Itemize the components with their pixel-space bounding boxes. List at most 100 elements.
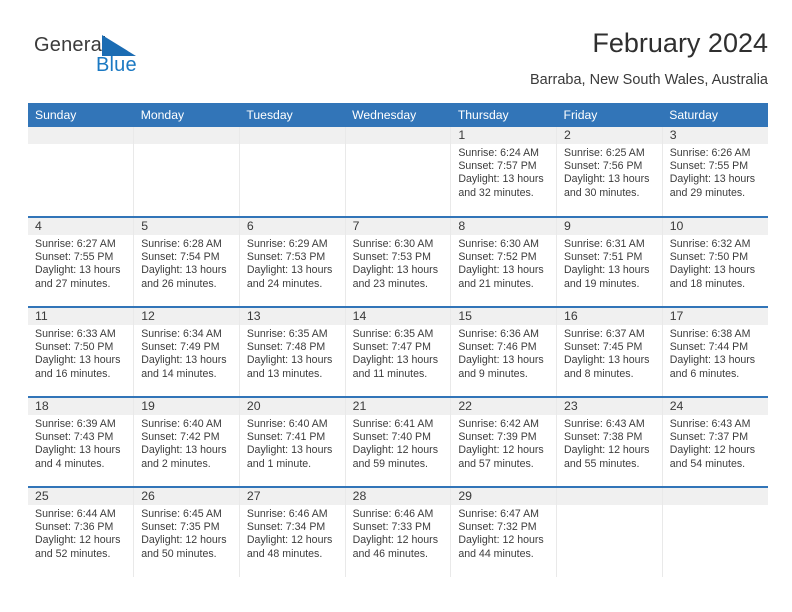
day-number: 4: [28, 218, 134, 235]
info-line-sunrise: Sunrise: 6:42 AM: [458, 418, 539, 430]
info-line-daylight2: and 11 minutes.: [352, 367, 428, 380]
calendar-day-cell[interactable]: 10 Sunrise: 6:32 AM Sunset: 7:50 PM Dayligh…: [661, 216, 768, 307]
calendar-day-cell[interactable]: 18 Sunrise: 6:39 AM Sunset: 7:43 PM Dayligh…: [28, 396, 134, 487]
info-line-daylight2: and 23 minutes.: [352, 277, 428, 290]
info-line-daylight2: and 21 minutes.: [458, 277, 534, 290]
sun-times-info: Sunrise: 6:27 AM Sunset: 7:55 PM Daylight:…: [28, 235, 133, 291]
sun-times-info: Sunrise: 6:47 AM Sunset: 7:32 PM Daylight:…: [451, 505, 556, 561]
calendar-day-cell[interactable]: 7 Sunrise: 6:30 AM Sunset: 7:53 PM Daylight…: [344, 216, 451, 307]
info-line-daylight2: and 44 minutes.: [458, 547, 534, 560]
day-cell-body: 1 Sunrise: 6:24 AM Sunset: 7:57 PM Daylight…: [451, 127, 557, 216]
calendar-day-cell[interactable]: 11 Sunrise: 6:33 AM Sunset: 7:50 PM Dayligh…: [28, 306, 134, 397]
day-cell-body: 7 Sunrise: 6:30 AM Sunset: 7:53 PM Daylight…: [345, 218, 451, 306]
calendar-day-cell[interactable]: 21 Sunrise: 6:41 AM Sunset: 7:40 PM Dayligh…: [344, 396, 451, 487]
day-cell-body: 19 Sunrise: 6:40 AM Sunset: 7:42 PM Dayligh…: [134, 398, 239, 486]
day-cell-body: 5 Sunrise: 6:28 AM Sunset: 7:54 PM Daylight…: [134, 218, 239, 306]
info-line-sunset: Sunset: 7:54 PM: [141, 251, 220, 264]
calendar-day-cell[interactable]: 6 Sunrise: 6:29 AM Sunset: 7:53 PM Daylight…: [238, 216, 346, 307]
general-blue-logo[interactable]: General Blue: [34, 34, 184, 82]
calendar-day-cell[interactable]: 24 Sunrise: 6:43 AM Sunset: 7:37 PM Dayligh…: [661, 396, 768, 487]
info-line-sunrise: Sunrise: 6:26 AM: [669, 147, 751, 159]
info-line-daylight1: Daylight: 13 hours: [564, 354, 650, 367]
info-line-sunset: Sunset: 7:57 PM: [458, 160, 537, 173]
info-line-daylight1: Daylight: 13 hours: [35, 354, 121, 367]
info-line-daylight1: Daylight: 12 hours: [458, 534, 544, 547]
info-line-daylight1: Daylight: 13 hours: [141, 264, 227, 277]
day-number: 8: [451, 218, 557, 235]
day-number: [134, 127, 239, 144]
day-cell-body: 27 Sunrise: 6:46 AM Sunset: 7:34 PM Dayligh…: [239, 488, 345, 577]
day-cell-body: [345, 127, 451, 216]
calendar-day-cell[interactable]: 2 Sunrise: 6:25 AM Sunset: 7:56 PM Daylight…: [556, 127, 663, 217]
info-line-daylight1: Daylight: 12 hours: [141, 534, 227, 547]
day-cell-body: 29 Sunrise: 6:47 AM Sunset: 7:32 PM Dayligh…: [451, 488, 557, 577]
info-line-sunrise: Sunrise: 6:30 AM: [458, 238, 539, 250]
info-line-sunset: Sunset: 7:41 PM: [246, 431, 326, 444]
calendar-day-cell[interactable]: 29 Sunrise: 6:47 AM Sunset: 7:32 PM Dayligh…: [450, 486, 557, 577]
day-cell-body: [557, 488, 662, 577]
calendar-day-cell[interactable]: 12 Sunrise: 6:34 AM Sunset: 7:49 PM Dayligh…: [133, 306, 240, 397]
info-line-sunset: Sunset: 7:48 PM: [246, 341, 326, 354]
info-line-sunset: Sunset: 7:32 PM: [458, 521, 537, 534]
calendar-day-cell[interactable]: 26 Sunrise: 6:45 AM Sunset: 7:35 PM Dayligh…: [133, 486, 240, 577]
info-line-daylight2: and 50 minutes.: [141, 547, 217, 560]
day-number: 19: [134, 398, 239, 415]
sun-times-info: Sunrise: 6:46 AM Sunset: 7:34 PM Daylight:…: [240, 505, 345, 561]
calendar-day-cell[interactable]: 20 Sunrise: 6:40 AM Sunset: 7:41 PM Dayligh…: [238, 396, 346, 487]
info-line-daylight2: and 54 minutes.: [669, 457, 746, 470]
info-line-sunrise: Sunrise: 6:27 AM: [35, 238, 116, 250]
calendar-day-cell[interactable]: 5 Sunrise: 6:28 AM Sunset: 7:54 PM Daylight…: [133, 216, 240, 307]
info-line-daylight1: Daylight: 12 hours: [352, 444, 438, 457]
weekday-header-thursday: Thursday: [450, 103, 557, 127]
calendar-day-cell[interactable]: 3 Sunrise: 6:26 AM Sunset: 7:55 PM Daylight…: [661, 127, 768, 217]
sun-times-info: Sunrise: 6:28 AM Sunset: 7:54 PM Daylight:…: [134, 235, 239, 291]
day-cell-body: 10 Sunrise: 6:32 AM Sunset: 7:50 PM Dayligh…: [662, 218, 768, 306]
calendar-day-cell[interactable]: 23 Sunrise: 6:43 AM Sunset: 7:38 PM Dayligh…: [556, 396, 663, 487]
calendar-day-cell[interactable]: 25 Sunrise: 6:44 AM Sunset: 7:36 PM Dayligh…: [28, 486, 134, 577]
triangle-icon: [102, 35, 136, 56]
sun-times-info: Sunrise: 6:34 AM Sunset: 7:49 PM Daylight:…: [134, 325, 239, 381]
calendar-cell-empty: [238, 127, 346, 217]
info-line-daylight1: Daylight: 13 hours: [141, 354, 227, 367]
sun-times-info: Sunrise: 6:30 AM Sunset: 7:52 PM Daylight:…: [451, 235, 556, 291]
calendar-day-cell[interactable]: 13 Sunrise: 6:35 AM Sunset: 7:48 PM Dayligh…: [238, 306, 346, 397]
info-line-sunrise: Sunrise: 6:37 AM: [564, 328, 645, 340]
calendar-day-cell[interactable]: 22 Sunrise: 6:42 AM Sunset: 7:39 PM Dayligh…: [450, 396, 557, 487]
info-line-sunrise: Sunrise: 6:29 AM: [246, 238, 328, 250]
calendar-day-cell[interactable]: 4 Sunrise: 6:27 AM Sunset: 7:55 PM Daylight…: [28, 216, 134, 307]
calendar-day-cell[interactable]: 16 Sunrise: 6:37 AM Sunset: 7:45 PM Dayligh…: [556, 306, 663, 397]
day-number: 27: [239, 488, 345, 505]
calendar-cell-empty: [28, 127, 134, 217]
calendar-day-cell[interactable]: 27 Sunrise: 6:46 AM Sunset: 7:34 PM Dayligh…: [238, 486, 346, 577]
calendar-day-cell[interactable]: 15 Sunrise: 6:36 AM Sunset: 7:46 PM Dayligh…: [450, 306, 557, 397]
info-line-daylight2: and 26 minutes.: [141, 277, 217, 290]
calendar-day-cell[interactable]: 8 Sunrise: 6:30 AM Sunset: 7:52 PM Daylight…: [450, 216, 557, 307]
day-number: [345, 127, 451, 144]
info-line-daylight2: and 2 minutes.: [141, 457, 211, 470]
info-line-daylight2: and 6 minutes.: [669, 367, 740, 380]
info-line-sunset: Sunset: 7:33 PM: [352, 521, 431, 534]
info-line-daylight1: Daylight: 12 hours: [246, 534, 333, 547]
calendar-day-cell[interactable]: 28 Sunrise: 6:46 AM Sunset: 7:33 PM Dayligh…: [344, 486, 451, 577]
calendar-day-cell[interactable]: 19 Sunrise: 6:40 AM Sunset: 7:42 PM Dayligh…: [133, 396, 240, 487]
info-line-sunrise: Sunrise: 6:40 AM: [246, 418, 328, 430]
calendar-day-cell[interactable]: 1 Sunrise: 6:24 AM Sunset: 7:57 PM Daylight…: [450, 127, 557, 217]
info-line-sunrise: Sunrise: 6:34 AM: [141, 328, 222, 340]
sun-times-info: Sunrise: 6:32 AM Sunset: 7:50 PM Daylight:…: [663, 235, 768, 291]
info-line-sunset: Sunset: 7:56 PM: [564, 160, 643, 173]
day-number: 24: [662, 398, 768, 415]
info-line-sunset: Sunset: 7:34 PM: [246, 521, 326, 534]
info-line-sunset: Sunset: 7:55 PM: [669, 160, 749, 173]
info-line-sunset: Sunset: 7:35 PM: [141, 521, 220, 534]
location-subtitle: Barraba, New South Wales, Australia: [529, 72, 768, 88]
day-cell-body: 3 Sunrise: 6:26 AM Sunset: 7:55 PM Daylight…: [662, 127, 768, 216]
logo-word-blue: Blue: [96, 54, 137, 76]
calendar-day-cell[interactable]: 14 Sunrise: 6:35 AM Sunset: 7:47 PM Dayligh…: [344, 306, 451, 397]
calendar-day-cell[interactable]: 17 Sunrise: 6:38 AM Sunset: 7:44 PM Dayligh…: [661, 306, 768, 397]
calendar-day-cell[interactable]: 9 Sunrise: 6:31 AM Sunset: 7:51 PM Daylight…: [556, 216, 663, 307]
day-cell-body: 26 Sunrise: 6:45 AM Sunset: 7:35 PM Dayligh…: [134, 488, 239, 577]
info-line-sunset: Sunset: 7:37 PM: [669, 431, 749, 444]
info-line-daylight1: Daylight: 13 hours: [352, 264, 438, 277]
info-line-daylight2: and 59 minutes.: [352, 457, 428, 470]
day-number: 29: [451, 488, 557, 505]
